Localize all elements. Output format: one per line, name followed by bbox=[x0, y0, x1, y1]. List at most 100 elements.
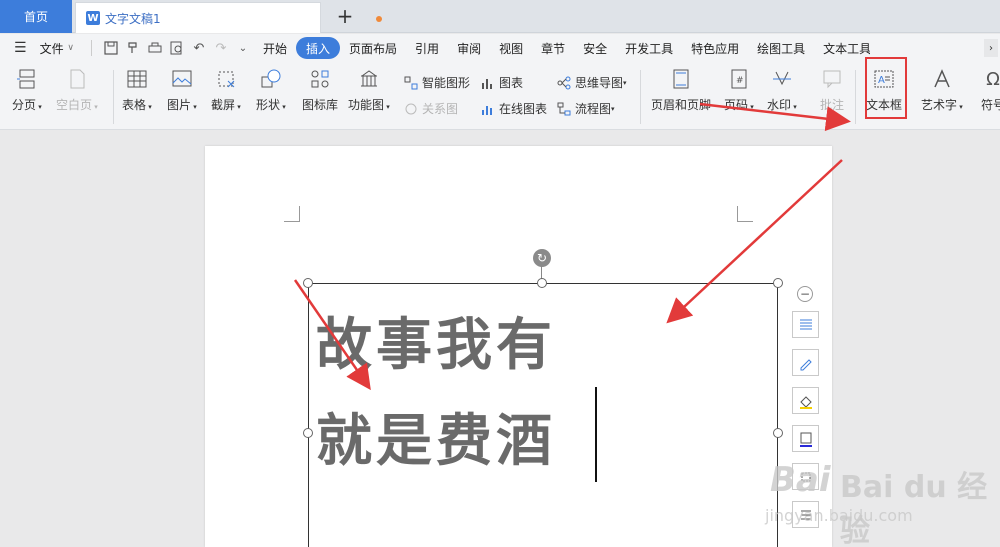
new-tab-button[interactable]: + bbox=[335, 4, 355, 28]
mind-map-button[interactable]: 思维导图 ▾ bbox=[556, 74, 627, 91]
picture-button[interactable]: 图片 ▾ bbox=[167, 66, 197, 113]
resize-handle[interactable] bbox=[303, 428, 313, 438]
menu-start[interactable]: 开始 bbox=[254, 37, 296, 59]
baidu-watermark-text: Bai du 经验 bbox=[840, 470, 988, 547]
textbox-line-1[interactable]: 故事我有 bbox=[316, 300, 556, 381]
page-number-button[interactable]: # 页码 ▾ bbox=[724, 66, 754, 113]
table-button[interactable]: 表格 ▾ bbox=[122, 66, 152, 113]
resize-handle[interactable] bbox=[537, 278, 547, 288]
document-tab[interactable]: W 文字文稿1 bbox=[75, 2, 382, 33]
comment-label: 批注 bbox=[819, 98, 844, 112]
relation-chart-button[interactable]: 关系图 bbox=[403, 100, 458, 117]
menu-page-layout[interactable]: 页面布局 bbox=[340, 37, 406, 59]
symbol-button[interactable]: Ω 符号 bbox=[980, 66, 1000, 113]
chevron-down-icon: ∨ bbox=[67, 43, 74, 53]
page-break-label: 分页 bbox=[12, 98, 37, 112]
symbol-label: 符号 bbox=[980, 98, 1000, 112]
art-text-label: 艺术字 bbox=[921, 98, 958, 112]
smart-shape-button[interactable]: 智能图形 bbox=[403, 74, 470, 91]
menu-features[interactable]: 特色应用 bbox=[682, 37, 748, 59]
textbox-highlight-box bbox=[865, 57, 907, 119]
file-menu-label: 文件 bbox=[39, 41, 64, 56]
flowchart-icon bbox=[556, 101, 572, 117]
chart-button[interactable]: 图表 bbox=[480, 74, 523, 91]
fill-color-icon[interactable] bbox=[792, 387, 819, 414]
collapse-toolbar-icon[interactable]: − bbox=[797, 286, 813, 302]
table-icon bbox=[124, 66, 150, 92]
insert-ribbon: 分页 ▾ 空白页 ▾ 表格 ▾ 图片 ▾ 截屏 ▾ 形状 ▾ 图标库 功能图 ▾… bbox=[0, 62, 1000, 130]
print-preview-icon[interactable] bbox=[166, 37, 188, 59]
watermark-button[interactable]: 水印 ▾ bbox=[767, 66, 797, 113]
resize-handle[interactable] bbox=[773, 278, 783, 288]
menu-references[interactable]: 引用 bbox=[406, 37, 448, 59]
shape-button[interactable]: 形状 ▾ bbox=[256, 66, 286, 113]
smart-shape-label: 智能图形 bbox=[422, 76, 471, 90]
header-footer-icon bbox=[668, 66, 694, 92]
textbox-line-2[interactable]: 就是费酒 bbox=[316, 396, 556, 477]
unsaved-dot-icon bbox=[376, 16, 382, 22]
margin-corner-mark bbox=[284, 206, 300, 222]
print-icon[interactable] bbox=[144, 37, 166, 59]
shape-label: 形状 bbox=[256, 98, 281, 112]
blank-page-icon bbox=[64, 66, 90, 92]
menu-divider bbox=[91, 40, 92, 56]
hamburger-menu-icon[interactable]: ☰ bbox=[14, 40, 27, 56]
menu-scroll-right-icon[interactable]: › bbox=[984, 39, 998, 57]
picture-label: 图片 bbox=[167, 98, 192, 112]
redo-icon[interactable]: ↷ bbox=[210, 37, 232, 59]
relation-chart-icon bbox=[403, 101, 419, 117]
ribbon-divider bbox=[640, 70, 641, 124]
header-footer-button[interactable]: 页眉和页脚 bbox=[651, 66, 711, 113]
online-chart-label: 在线图表 bbox=[499, 102, 548, 116]
menu-developer[interactable]: 开发工具 bbox=[616, 37, 682, 59]
rotate-handle-icon[interactable]: ↻ bbox=[533, 249, 551, 267]
menu-review[interactable]: 审阅 bbox=[448, 37, 490, 59]
menu-bar: ☰ 文件 ∨ ↶ ↷ ⌄ 开始 插入 页面布局 引用 审阅 视图 章节 安全 开… bbox=[0, 34, 1000, 62]
shape-icon bbox=[258, 66, 284, 92]
menu-security[interactable]: 安全 bbox=[574, 37, 616, 59]
art-text-icon bbox=[929, 66, 955, 92]
home-tab-label: 首页 bbox=[23, 10, 48, 24]
header-footer-label: 页眉和页脚 bbox=[651, 98, 712, 112]
function-chart-label: 功能图 bbox=[348, 98, 385, 112]
screenshot-icon bbox=[213, 66, 239, 92]
menu-chapter[interactable]: 章节 bbox=[532, 37, 574, 59]
blank-page-label: 空白页 bbox=[56, 98, 93, 112]
save-icon[interactable] bbox=[100, 37, 122, 59]
title-tab-bar: 首页 W 文字文稿1 + bbox=[0, 0, 1000, 33]
resize-handle[interactable] bbox=[773, 428, 783, 438]
menu-text-tools[interactable]: 文本工具 bbox=[814, 37, 870, 59]
outline-color-icon[interactable] bbox=[792, 425, 819, 452]
file-menu[interactable]: 文件 ∨ bbox=[31, 37, 83, 59]
chart-label: 图表 bbox=[499, 76, 524, 90]
margin-corner-mark bbox=[737, 206, 753, 222]
resize-handle[interactable] bbox=[303, 278, 313, 288]
icon-library-button[interactable]: 图标库 bbox=[302, 66, 338, 113]
ribbon-divider bbox=[855, 70, 856, 124]
customize-quick-access-icon[interactable]: ⌄ bbox=[232, 37, 254, 59]
flowchart-button[interactable]: 流程图 ▾ bbox=[556, 100, 615, 117]
watermark-label: 水印 bbox=[767, 98, 792, 112]
menu-view[interactable]: 视图 bbox=[490, 37, 532, 59]
art-text-button[interactable]: 艺术字 ▾ bbox=[921, 66, 963, 113]
menu-insert[interactable]: 插入 bbox=[296, 37, 341, 59]
undo-icon[interactable]: ↶ bbox=[188, 37, 210, 59]
screenshot-label: 截屏 bbox=[211, 98, 236, 112]
layout-options-icon[interactable] bbox=[792, 311, 819, 338]
chart-icon bbox=[480, 75, 496, 91]
format-painter-icon[interactable] bbox=[122, 37, 144, 59]
pen-style-icon[interactable] bbox=[792, 349, 819, 376]
function-chart-button[interactable]: 功能图 ▾ bbox=[348, 66, 390, 113]
page-break-button[interactable]: 分页 ▾ bbox=[12, 66, 42, 113]
online-chart-button[interactable]: 在线图表 bbox=[480, 100, 547, 117]
home-tab[interactable]: 首页 bbox=[0, 0, 72, 33]
menu-drawing-tools[interactable]: 绘图工具 bbox=[748, 37, 814, 59]
blank-page-button[interactable]: 空白页 ▾ bbox=[56, 66, 98, 113]
screenshot-button[interactable]: 截屏 ▾ bbox=[211, 66, 241, 113]
baidu-watermark-logo: Bai bbox=[770, 460, 831, 500]
comment-button[interactable]: 批注 bbox=[819, 66, 845, 113]
baidu-watermark-url: jingyan.baidu.com bbox=[765, 506, 913, 525]
online-chart-icon bbox=[480, 101, 496, 117]
picture-icon bbox=[169, 66, 195, 92]
smart-shape-icon bbox=[403, 75, 419, 91]
